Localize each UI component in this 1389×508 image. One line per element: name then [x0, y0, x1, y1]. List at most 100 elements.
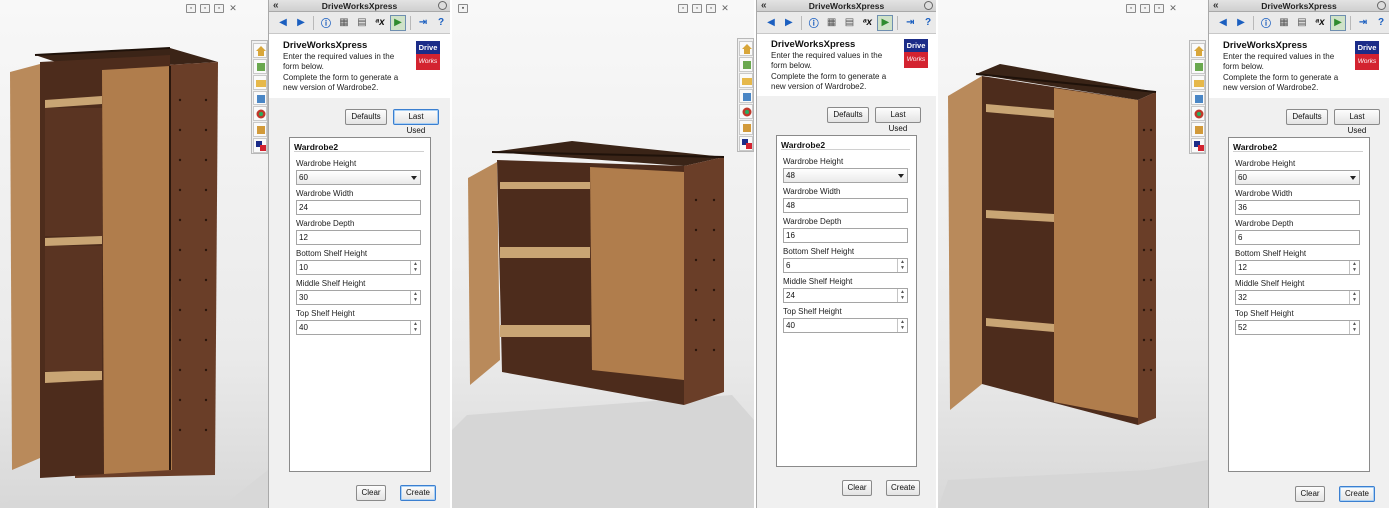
graphics-viewport-1[interactable]: ▫ ▫ ▫ ✕ — [0, 0, 268, 508]
rules-icon[interactable]: ᵃx — [859, 15, 875, 31]
driveworks-tab-icon[interactable] — [1190, 138, 1205, 154]
depth-input[interactable]: 6 — [1235, 230, 1360, 245]
design-library-icon[interactable] — [1190, 58, 1205, 74]
last-used-button[interactable]: Last Used — [1334, 109, 1380, 135]
appearances-icon[interactable] — [1190, 106, 1205, 122]
custom-properties-icon[interactable] — [1190, 122, 1205, 138]
top-shelf-stepper[interactable]: 40 ▲ ▼ — [296, 320, 421, 335]
clear-button[interactable]: Clear — [1295, 486, 1325, 502]
form-icon[interactable]: ▦ — [1276, 15, 1292, 31]
close-icon[interactable]: ✕ — [1168, 4, 1178, 13]
appearances-icon[interactable] — [252, 106, 267, 122]
driveworks-tab-icon[interactable] — [738, 136, 753, 152]
tile-icon[interactable]: ▫ — [1126, 4, 1136, 13]
spin-buttons[interactable]: ▲ ▼ — [1349, 321, 1359, 334]
run-icon[interactable]: ▶ — [390, 14, 406, 31]
home-icon[interactable] — [738, 41, 753, 56]
spin-buttons[interactable]: ▲ ▼ — [1349, 291, 1359, 304]
table-icon[interactable]: ▤ — [842, 15, 858, 31]
help-icon[interactable]: ? — [433, 15, 449, 31]
close-icon[interactable]: ✕ — [228, 4, 238, 13]
last-used-button[interactable]: Last Used — [875, 107, 921, 133]
spin-buttons[interactable]: ▲ ▼ — [897, 319, 907, 332]
design-library-icon[interactable] — [738, 56, 753, 72]
custom-properties-icon[interactable] — [252, 122, 267, 138]
forward-arrow-icon[interactable]: ▶ — [781, 15, 797, 31]
back-arrow-icon[interactable]: ◀ — [275, 15, 291, 31]
middle-shelf-stepper[interactable]: 30 ▲ ▼ — [296, 290, 421, 305]
home-icon[interactable] — [252, 43, 267, 58]
form-icon[interactable]: ▦ — [824, 15, 840, 31]
tile-icon[interactable]: ▫ — [678, 4, 688, 13]
home-icon[interactable] — [1190, 43, 1205, 58]
width-input[interactable]: 36 — [1235, 200, 1360, 215]
file-explorer-icon[interactable] — [252, 74, 267, 90]
design-library-icon[interactable] — [252, 58, 267, 74]
spin-buttons[interactable]: ▲ ▼ — [410, 261, 420, 274]
collapse-icon[interactable]: « — [1213, 0, 1219, 11]
defaults-button[interactable]: Defaults — [1286, 109, 1328, 125]
split-icon[interactable]: ▫ — [1140, 4, 1150, 13]
info-icon[interactable]: ⓘ — [318, 15, 334, 31]
forward-arrow-icon[interactable]: ▶ — [293, 15, 309, 31]
defaults-button[interactable]: Defaults — [827, 107, 869, 123]
defaults-button[interactable]: Defaults — [345, 109, 387, 125]
help-icon[interactable]: ? — [1373, 15, 1389, 31]
height-dropdown[interactable]: 60 — [296, 170, 421, 185]
back-arrow-icon[interactable]: ◀ — [763, 15, 779, 31]
restore-icon[interactable]: ▫ — [1154, 4, 1164, 13]
view-palette-icon[interactable] — [1190, 90, 1205, 106]
appearances-icon[interactable] — [738, 104, 753, 120]
bottom-shelf-stepper[interactable]: 10 ▲ ▼ — [296, 260, 421, 275]
custom-properties-icon[interactable] — [738, 120, 753, 136]
clear-button[interactable]: Clear — [842, 480, 872, 496]
depth-input[interactable]: 16 — [783, 228, 908, 243]
restore-icon[interactable]: ▫ — [706, 4, 716, 13]
driveworks-tab-icon[interactable] — [252, 138, 267, 154]
split-icon[interactable]: ▫ — [692, 4, 702, 13]
rules-icon[interactable]: ᵃx — [1312, 15, 1328, 31]
last-used-button[interactable]: Last Used — [393, 109, 439, 135]
bottom-shelf-stepper[interactable]: 12 ▲ ▼ — [1235, 260, 1360, 275]
spin-buttons[interactable]: ▲ ▼ — [897, 289, 907, 302]
pin-panel-icon[interactable]: ⇥ — [902, 15, 918, 31]
restore-icon[interactable]: ▫ — [214, 4, 224, 13]
width-input[interactable]: 24 — [296, 200, 421, 215]
middle-shelf-stepper[interactable]: 24 ▲ ▼ — [783, 288, 908, 303]
width-input[interactable]: 48 — [783, 198, 908, 213]
graphics-viewport-2[interactable]: ▫ ▫ ▫ ✕ ▪ — [452, 0, 754, 508]
file-explorer-icon[interactable] — [738, 72, 753, 88]
form-icon[interactable]: ▦ — [336, 15, 352, 31]
info-icon[interactable]: ⓘ — [1258, 15, 1274, 31]
create-button[interactable]: Create — [1339, 486, 1375, 502]
pin-panel-icon[interactable]: ⇥ — [415, 15, 431, 31]
pin-icon[interactable] — [924, 1, 933, 10]
pin-panel-icon[interactable]: ⇥ — [1355, 15, 1371, 31]
tile-icon[interactable]: ▫ — [186, 4, 196, 13]
pin-icon[interactable] — [438, 1, 447, 10]
bottom-shelf-stepper[interactable]: 6 ▲ ▼ — [783, 258, 908, 273]
run-icon[interactable]: ▶ — [1330, 14, 1346, 31]
forward-arrow-icon[interactable]: ▶ — [1233, 15, 1249, 31]
height-dropdown[interactable]: 48 — [783, 168, 908, 183]
view-palette-icon[interactable] — [738, 88, 753, 104]
table-icon[interactable]: ▤ — [1294, 15, 1310, 31]
table-icon[interactable]: ▤ — [354, 15, 370, 31]
pin-icon[interactable] — [1377, 1, 1386, 10]
middle-shelf-stepper[interactable]: 32 ▲ ▼ — [1235, 290, 1360, 305]
clear-button[interactable]: Clear — [356, 485, 386, 501]
top-shelf-stepper[interactable]: 52 ▲ ▼ — [1235, 320, 1360, 335]
spin-buttons[interactable]: ▲ ▼ — [1349, 261, 1359, 274]
spin-buttons[interactable]: ▲ ▼ — [410, 321, 420, 334]
graphics-viewport-3[interactable]: ▫ ▫ ▫ ✕ — [938, 0, 1208, 508]
rules-icon[interactable]: ᵃx — [372, 15, 388, 31]
info-icon[interactable]: ⓘ — [806, 15, 822, 31]
close-icon[interactable]: ✕ — [720, 4, 730, 13]
collapse-icon[interactable]: « — [273, 0, 279, 11]
spin-buttons[interactable]: ▲ ▼ — [410, 291, 420, 304]
printer-icon[interactable]: ▪ — [458, 4, 468, 13]
collapse-icon[interactable]: « — [761, 0, 767, 11]
depth-input[interactable]: 12 — [296, 230, 421, 245]
help-icon[interactable]: ? — [920, 15, 936, 31]
run-icon[interactable]: ▶ — [877, 14, 894, 31]
